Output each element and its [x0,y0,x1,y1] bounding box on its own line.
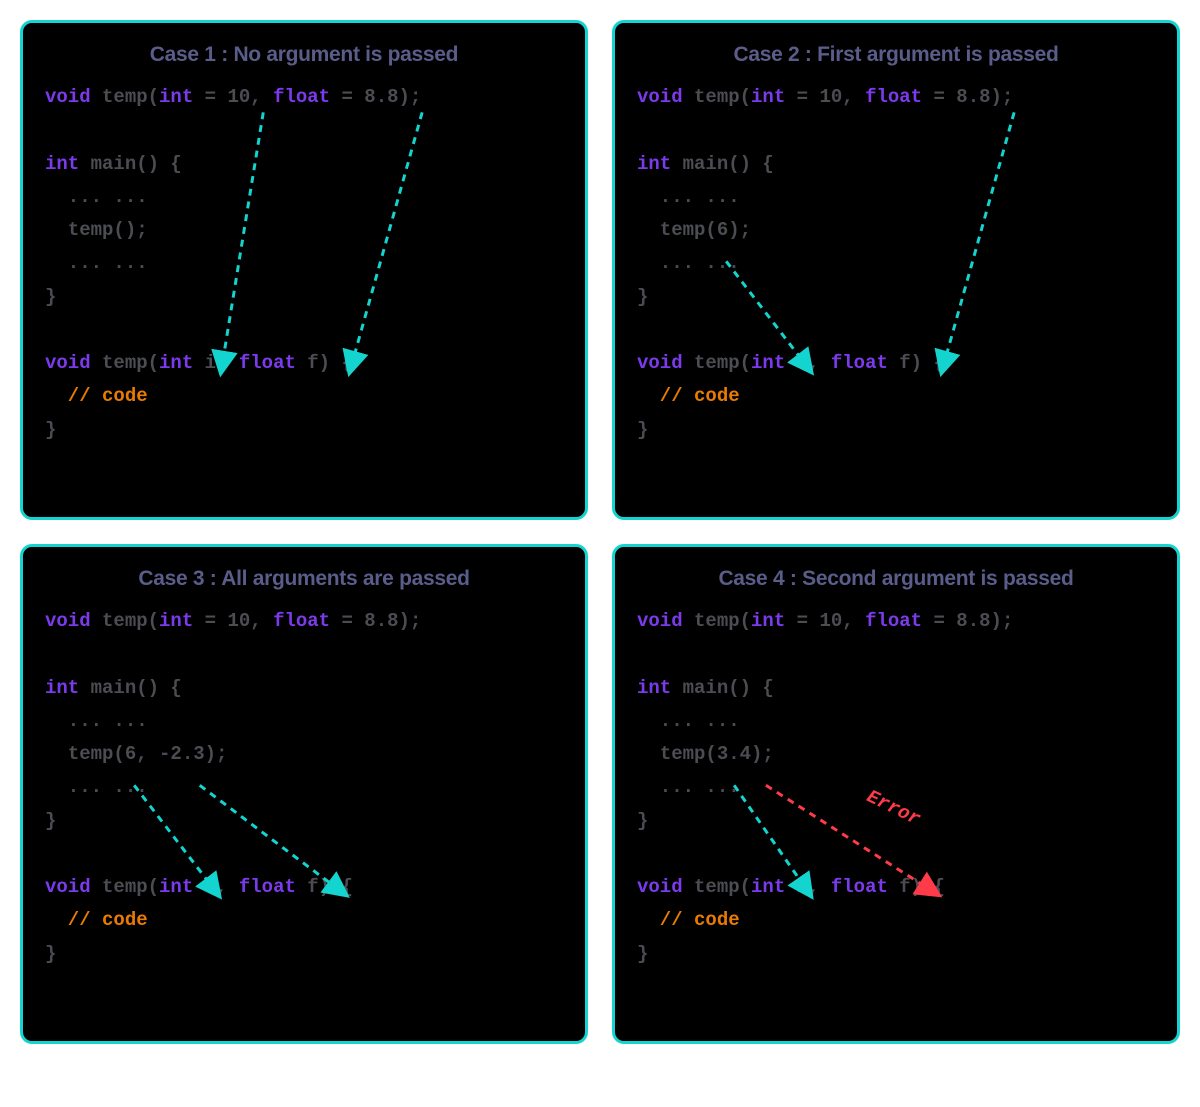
kw-void: void [45,610,91,632]
fn-name: temp( [91,876,159,898]
def-f: f) { [296,876,353,898]
panel-title: Case 3 : All arguments are passed [45,567,563,591]
comment: // code [45,909,148,931]
kw-float: float [273,86,330,108]
main: main() { [79,677,182,699]
dots: ... ... [45,186,148,208]
eq10: = 10, [785,610,865,632]
eq10: = 10, [193,86,273,108]
def-f: f) { [296,352,353,374]
code-block: void temp(int = 10, float = 8.8); int ma… [45,605,563,971]
call-indent [45,219,68,241]
close: } [45,419,56,441]
kw-int: int [159,86,193,108]
kw-int: int [159,610,193,632]
kw-void: void [45,876,91,898]
dots: ... ... [637,252,740,274]
call: temp(3.4); [660,743,774,765]
kw-int: int [751,86,785,108]
call-indent [637,743,660,765]
call-indent [45,743,68,765]
kw-void: void [637,610,683,632]
kw-float: float [239,876,296,898]
close: } [637,943,648,965]
kw-int: int [751,610,785,632]
panel-case-4: Case 4 : Second argument is passed void … [612,544,1180,1044]
def-i: i, [785,352,831,374]
fn-name: temp( [683,876,751,898]
dots: ... ... [637,710,740,732]
kw-int: int [45,677,79,699]
fn-name: temp( [91,610,159,632]
eq88: = 8.8); [922,86,1013,108]
fn-name: temp( [91,352,159,374]
fn-name: temp( [683,352,751,374]
eq88: = 8.8); [330,610,421,632]
close: } [45,286,56,308]
close: } [45,810,56,832]
def-i: i, [785,876,831,898]
kw-void: void [637,352,683,374]
kw-float: float [273,610,330,632]
kw-float: float [865,610,922,632]
dots: ... ... [637,776,740,798]
fn-name: temp( [683,86,751,108]
def-i: i, [193,352,239,374]
close: } [637,286,648,308]
panel-title: Case 2 : First argument is passed [637,43,1155,67]
code-block: void temp(int = 10, float = 8.8); int ma… [637,81,1155,447]
kw-int: int [637,677,671,699]
eq10: = 10, [785,86,865,108]
comment: // code [637,385,740,407]
kw-int: int [751,352,785,374]
fn-name: temp( [683,610,751,632]
def-f: f) { [888,352,945,374]
kw-float: float [239,352,296,374]
code-block: void temp(int = 10, float = 8.8); int ma… [637,605,1155,971]
kw-void: void [637,876,683,898]
dots: ... ... [45,710,148,732]
kw-void: void [45,86,91,108]
main: main() { [671,153,774,175]
panel-grid: Case 1 : No argument is passed void temp… [20,20,1180,1044]
dots: ... ... [45,252,148,274]
kw-int: int [751,876,785,898]
eq88: = 8.8); [922,610,1013,632]
kw-float: float [831,876,888,898]
call: temp(6); [660,219,751,241]
main: main() { [671,677,774,699]
dots: ... ... [637,186,740,208]
kw-float: float [865,86,922,108]
def-i: i, [193,876,239,898]
kw-int: int [159,352,193,374]
panel-case-2: Case 2 : First argument is passed void t… [612,20,1180,520]
fn-name: temp( [91,86,159,108]
comment: // code [637,909,740,931]
panel-title: Case 1 : No argument is passed [45,43,563,67]
eq88: = 8.8); [330,86,421,108]
comment: // code [45,385,148,407]
dots: ... ... [45,776,148,798]
close: } [45,943,56,965]
kw-void: void [637,86,683,108]
call-indent [637,219,660,241]
eq10: = 10, [193,610,273,632]
close: } [637,419,648,441]
def-f: f) { [888,876,945,898]
panel-title: Case 4 : Second argument is passed [637,567,1155,591]
panel-case-3: Case 3 : All arguments are passed void t… [20,544,588,1044]
code-block: void temp(int = 10, float = 8.8); int ma… [45,81,563,447]
kw-void: void [45,352,91,374]
call: temp(6, -2.3); [68,743,228,765]
close: } [637,810,648,832]
kw-int: int [45,153,79,175]
call: temp(); [68,219,148,241]
kw-int: int [159,876,193,898]
main: main() { [79,153,182,175]
kw-float: float [831,352,888,374]
panel-case-1: Case 1 : No argument is passed void temp… [20,20,588,520]
kw-int: int [637,153,671,175]
